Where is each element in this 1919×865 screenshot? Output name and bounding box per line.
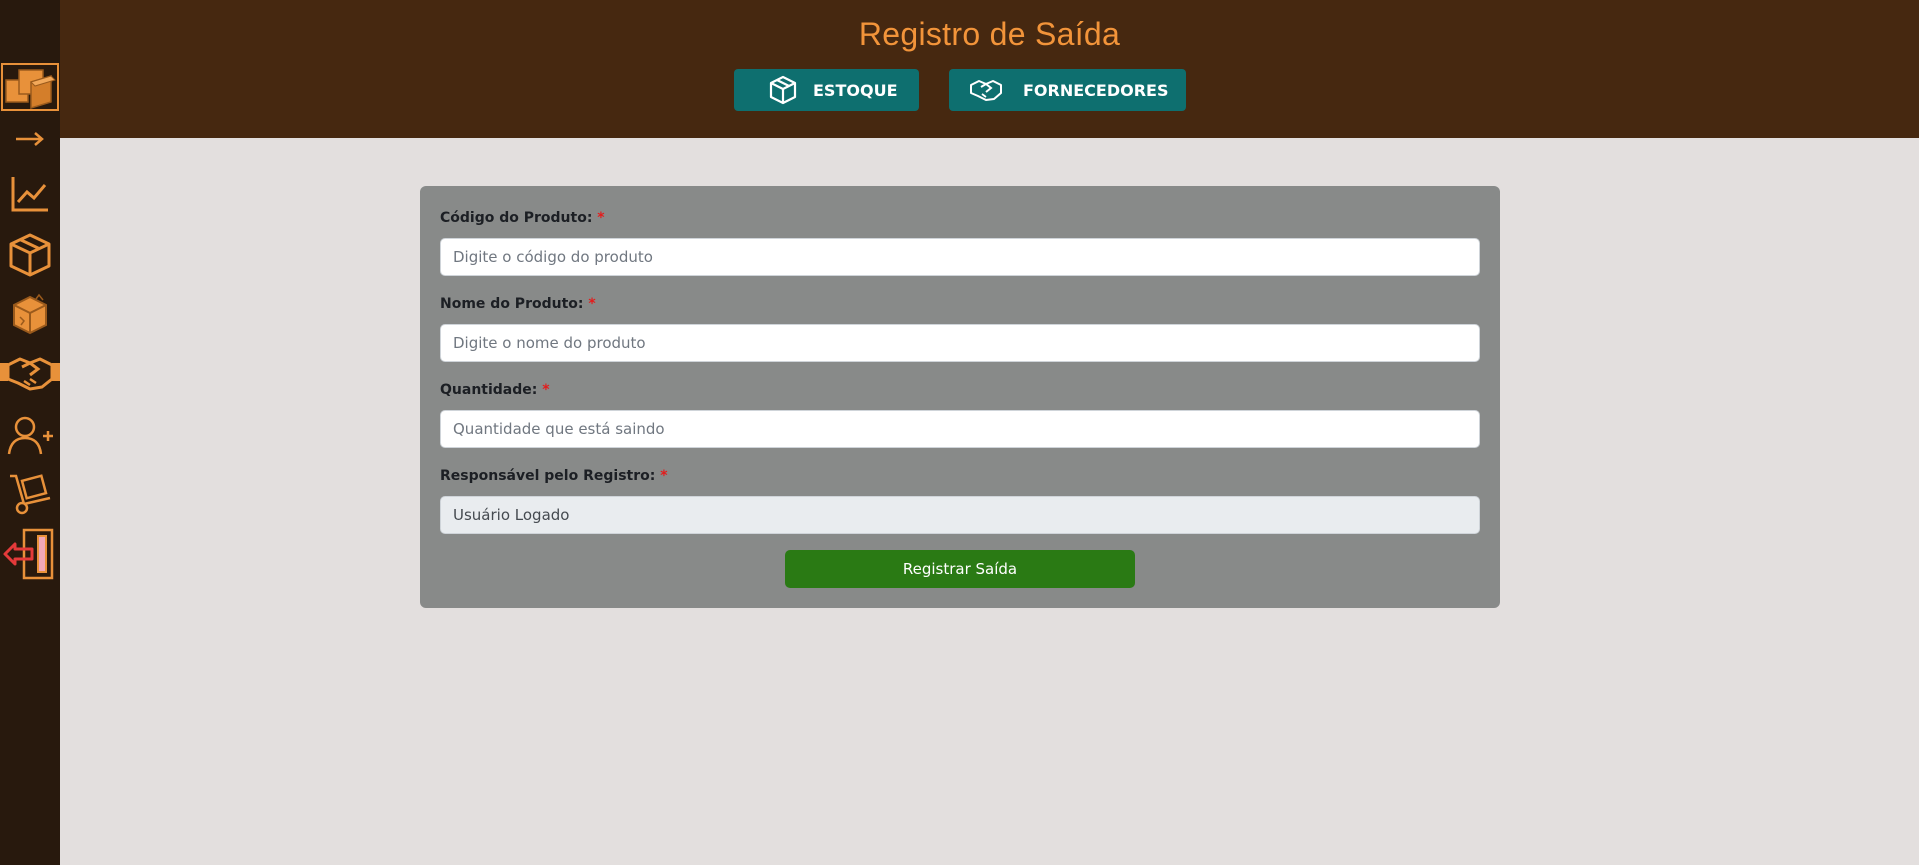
- boxes-logo-icon[interactable]: [0, 60, 60, 114]
- quantidade-label: Quantidade: *: [440, 382, 550, 398]
- codigo-label-text: Código do Produto:: [440, 210, 593, 226]
- arrow-right-icon[interactable]: [0, 128, 60, 150]
- handshake-icon[interactable]: [0, 352, 60, 394]
- registrar-saida-button[interactable]: Registrar Saída: [785, 550, 1135, 588]
- broken-box-icon[interactable]: [0, 291, 60, 337]
- required-mark: *: [588, 296, 596, 312]
- page-title: Registro de Saída: [858, 16, 1121, 52]
- box-icon[interactable]: [0, 232, 60, 278]
- required-mark: *: [597, 210, 605, 226]
- add-user-icon[interactable]: [0, 414, 60, 456]
- responsavel-input[interactable]: [440, 496, 1480, 534]
- logout-icon[interactable]: [0, 528, 60, 580]
- nome-label: Nome do Produto: *: [440, 296, 596, 312]
- responsavel-label: Responsável pelo Registro: *: [440, 468, 668, 484]
- box-icon: [769, 75, 797, 105]
- nome-produto-input[interactable]: [440, 324, 1480, 362]
- hand-truck-icon[interactable]: [0, 470, 60, 516]
- codigo-produto-input[interactable]: [440, 238, 1480, 276]
- handshake-icon: [969, 79, 1003, 101]
- quantidade-input[interactable]: [440, 410, 1480, 448]
- estoque-nav-button[interactable]: ESTOQUE: [734, 69, 919, 111]
- estoque-nav-label: ESTOQUE: [813, 80, 898, 100]
- fornecedores-nav-label: FORNECEDORES: [1023, 80, 1169, 100]
- quantidade-label-text: Quantidade:: [440, 382, 538, 398]
- line-chart-icon[interactable]: [0, 174, 60, 214]
- responsavel-label-text: Responsável pelo Registro:: [440, 468, 656, 484]
- required-mark: *: [660, 468, 668, 484]
- sidebar: [0, 0, 60, 865]
- codigo-label: Código do Produto: *: [440, 210, 605, 226]
- saida-form: Código do Produto: * Nome do Produto: * …: [420, 186, 1500, 608]
- fornecedores-nav-button[interactable]: FORNECEDORES: [949, 69, 1186, 111]
- nome-label-text: Nome do Produto:: [440, 296, 584, 312]
- required-mark: *: [542, 382, 550, 398]
- header: Registro de Saída ESTOQUE FORNECEDORES: [60, 0, 1919, 138]
